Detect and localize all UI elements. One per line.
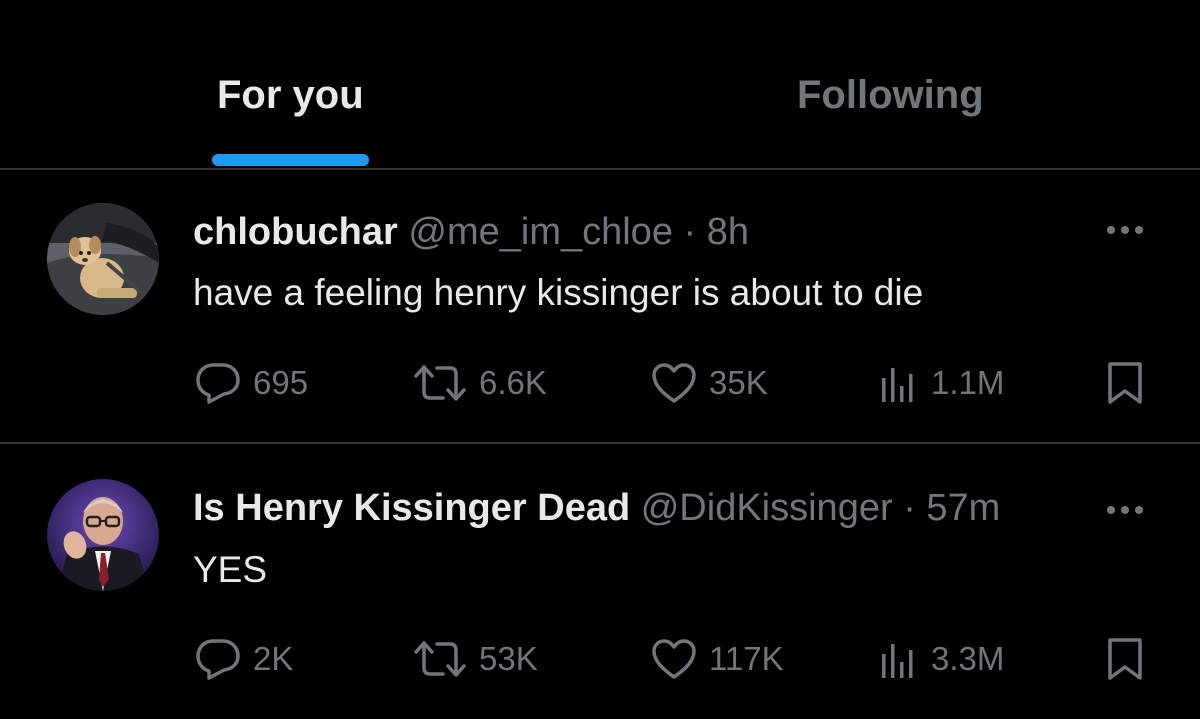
retweet-count: 53K: [479, 640, 538, 677]
reply-icon: [196, 363, 240, 404]
tweet[interactable]: Is Henry Kissinger Dead @DidKissinger · …: [0, 444, 1200, 719]
reply-icon: [196, 639, 240, 680]
user-handle[interactable]: @me_im_chloe: [408, 211, 673, 253]
bookmark-button[interactable]: [1106, 358, 1144, 408]
views-button[interactable]: 3.3M: [879, 634, 1004, 684]
views-count: 3.3M: [931, 640, 1005, 677]
like-count: 117K: [709, 640, 784, 677]
timestamp[interactable]: 8h: [707, 211, 749, 253]
like-button[interactable]: 117K: [651, 634, 784, 684]
views-button[interactable]: 1.1M: [879, 358, 1004, 408]
reply-button[interactable]: 2K: [195, 634, 293, 684]
tweet-actions: 695 6.6K 35K 1.1M: [0, 358, 1200, 408]
more-icon[interactable]: [1103, 220, 1147, 240]
heart-icon: [652, 363, 696, 403]
like-button[interactable]: 35K: [651, 358, 768, 408]
tab-following[interactable]: Following: [797, 70, 984, 120]
timeline-tabs: For you Following: [0, 0, 1200, 170]
separator-dot: ·: [903, 487, 916, 529]
heart-icon: [652, 639, 696, 679]
kissinger-photo-avatar-icon: [47, 479, 159, 591]
retweet-icon: [414, 365, 466, 401]
user-handle[interactable]: @DidKissinger: [641, 487, 893, 529]
like-count: 35K: [709, 364, 768, 401]
tab-for-you[interactable]: For you: [217, 70, 364, 120]
bookmark-icon: [1108, 638, 1142, 680]
tweet-text: YES: [193, 549, 268, 590]
bookmark-icon: [1108, 362, 1142, 404]
more-icon[interactable]: [1103, 500, 1147, 520]
bookmark-button[interactable]: [1106, 634, 1144, 684]
views-icon: [882, 644, 913, 678]
reply-count: 695: [253, 364, 309, 401]
reply-count: 2K: [253, 640, 294, 677]
tweet-text: have a feeling henry kissinger is about …: [193, 272, 924, 313]
views-icon: [882, 368, 913, 402]
separator-dot: ·: [683, 211, 697, 253]
display-name[interactable]: Is Henry Kissinger Dead: [193, 487, 630, 529]
retweet-count: 6.6K: [479, 364, 547, 401]
timestamp[interactable]: 57m: [926, 487, 1000, 529]
retweet-button[interactable]: 53K: [413, 634, 538, 684]
avatar[interactable]: [47, 203, 159, 315]
tweet-header: Is Henry Kissinger Dead @DidKissinger · …: [193, 486, 1000, 530]
dog-photo-avatar-icon: [47, 203, 159, 315]
avatar[interactable]: [47, 479, 159, 591]
retweet-button[interactable]: 6.6K: [413, 358, 547, 408]
tweet-actions: 2K 53K 117K 3.3M: [0, 634, 1200, 684]
active-tab-indicator: [212, 154, 369, 166]
tweet-header: chlobuchar @me_im_chloe · 8h: [193, 210, 749, 254]
retweet-icon: [414, 641, 466, 677]
views-count: 1.1M: [931, 364, 1005, 401]
display-name[interactable]: chlobuchar: [193, 211, 398, 253]
reply-button[interactable]: 695: [195, 358, 308, 408]
tweet[interactable]: chlobuchar @me_im_chloe · 8h have a feel…: [0, 170, 1200, 442]
